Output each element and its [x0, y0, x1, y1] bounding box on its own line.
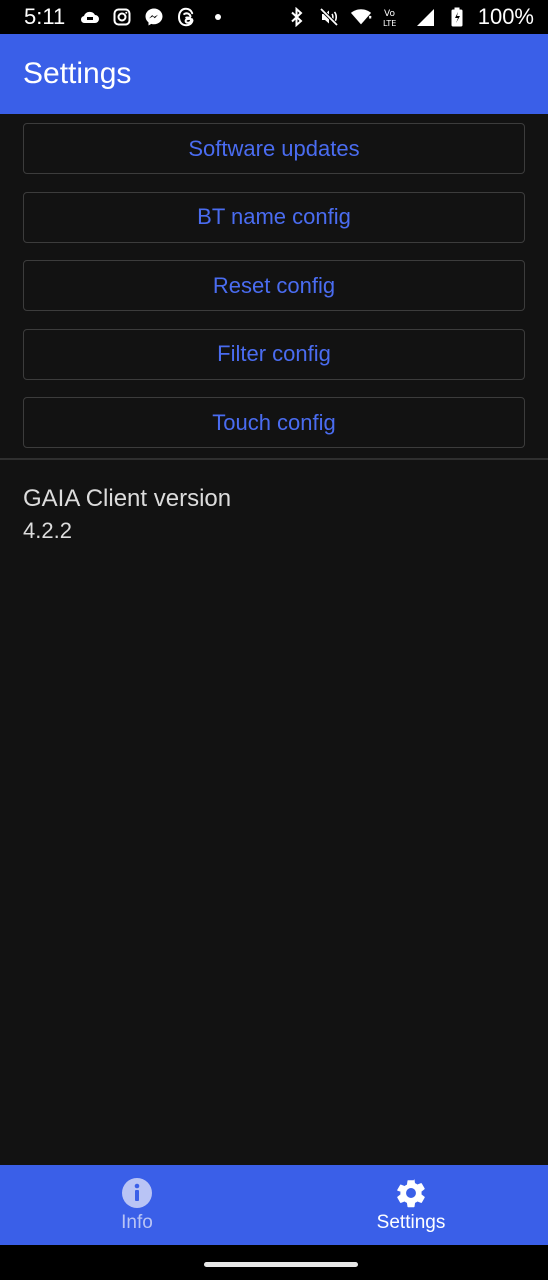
- signal-icon: [414, 6, 436, 28]
- nav-item-info[interactable]: Info: [0, 1165, 274, 1245]
- info-icon: [120, 1176, 154, 1210]
- gesture-area: [0, 1245, 548, 1280]
- battery-icon: [446, 6, 468, 28]
- wifi-icon: [350, 6, 372, 28]
- bluetooth-icon: [286, 6, 308, 28]
- gear-icon: [394, 1176, 428, 1210]
- reset-config-button[interactable]: Reset config: [23, 260, 525, 311]
- home-gesture-handle[interactable]: [204, 1262, 358, 1267]
- nav-label-settings: Settings: [376, 1212, 446, 1233]
- nav-item-settings[interactable]: Settings: [274, 1165, 548, 1245]
- instagram-icon: [111, 6, 133, 28]
- section-divider: [0, 458, 548, 460]
- touch-config-button[interactable]: Touch config: [23, 397, 525, 448]
- status-time: 5:11: [24, 4, 66, 29]
- settings-button-list: Software updates BT name config Reset co…: [23, 123, 525, 466]
- cloud-game-icon: [79, 6, 101, 28]
- messenger-icon: [143, 6, 165, 28]
- software-updates-button[interactable]: Software updates: [23, 123, 525, 174]
- version-value: 4.2.2: [23, 518, 72, 543]
- version-block: GAIA Client version 4.2.2: [23, 484, 231, 546]
- nav-label-info: Info: [121, 1212, 153, 1233]
- battery-percentage: 100%: [477, 4, 534, 29]
- bt-name-config-button[interactable]: BT name config: [23, 191, 525, 243]
- page-title: Settings: [23, 57, 132, 90]
- status-right: Vo LTE 100%: [286, 4, 534, 30]
- app-bar: Settings: [0, 34, 548, 114]
- status-left: 5:11: [24, 4, 229, 30]
- threads-icon: [175, 6, 197, 28]
- mute-icon: [318, 6, 340, 28]
- dot-icon: [207, 6, 229, 28]
- status-bar: 5:11 Vo LTE 100%: [0, 0, 548, 34]
- version-label: GAIA Client version: [23, 485, 232, 512]
- svg-text:LTE: LTE: [383, 19, 396, 28]
- svg-text:Vo: Vo: [384, 9, 395, 19]
- volte-icon: Vo LTE: [382, 6, 404, 28]
- filter-config-button[interactable]: Filter config: [23, 328, 525, 380]
- bottom-navigation: Info Settings: [0, 1165, 548, 1245]
